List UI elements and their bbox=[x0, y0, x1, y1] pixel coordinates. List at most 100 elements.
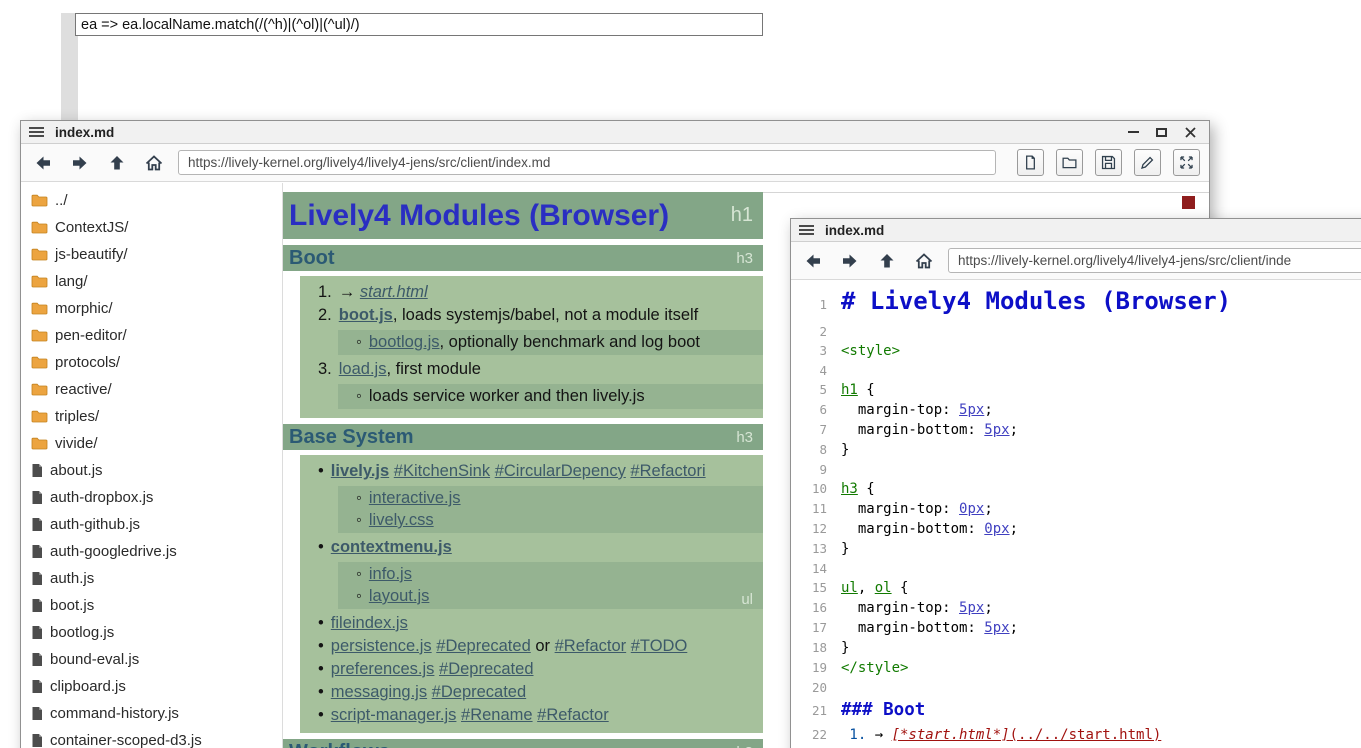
section-title: Base System bbox=[289, 426, 414, 449]
home-button[interactable] bbox=[141, 150, 167, 176]
md-link[interactable]: preferences.js bbox=[331, 660, 435, 678]
maximize-icon[interactable] bbox=[1156, 128, 1167, 137]
sidebar-item[interactable]: command-history.js bbox=[21, 700, 282, 727]
line-number: 7 bbox=[791, 420, 841, 439]
md-link[interactable]: script-manager.js bbox=[331, 706, 457, 724]
file-icon bbox=[31, 490, 43, 505]
md-hashtag-link[interactable]: #Rename bbox=[461, 706, 533, 724]
desktop: index.md bbox=[0, 0, 1361, 748]
back-button[interactable] bbox=[800, 248, 826, 274]
sidebar-item[interactable]: lang/ bbox=[21, 268, 282, 295]
list-item: ◦lively.css bbox=[338, 509, 763, 531]
line-number: 9 bbox=[791, 460, 841, 479]
sidebar-item[interactable]: bound-eval.js bbox=[21, 646, 282, 673]
md-link[interactable]: boot.js bbox=[339, 306, 393, 324]
code-line: 5h1 { bbox=[791, 380, 1361, 400]
up-button[interactable] bbox=[874, 248, 900, 274]
md-hashtag-link[interactable]: #KitchenSink bbox=[394, 462, 490, 480]
forward-button[interactable] bbox=[837, 248, 863, 274]
md-hashtag-link[interactable]: #Refactor bbox=[555, 637, 627, 655]
line-number: 13 bbox=[791, 539, 841, 558]
md-link[interactable]: fileindex.js bbox=[331, 614, 408, 632]
code-line: 6 margin-top: 5px; bbox=[791, 400, 1361, 420]
line-number: 16 bbox=[791, 598, 841, 617]
back-button[interactable] bbox=[30, 150, 56, 176]
md-hashtag-link[interactable]: #Deprecated bbox=[439, 660, 533, 678]
url-input[interactable] bbox=[178, 150, 996, 175]
forward-button[interactable] bbox=[67, 150, 93, 176]
sidebar-item[interactable]: protocols/ bbox=[21, 349, 282, 376]
code-text: margin-top: 5px; bbox=[841, 599, 993, 618]
file-icon bbox=[31, 652, 43, 667]
sidebar-item[interactable]: triples/ bbox=[21, 403, 282, 430]
md-hashtag-link[interactable]: #Refactori bbox=[630, 462, 705, 480]
element-filter-input[interactable] bbox=[75, 13, 763, 36]
sidebar-item[interactable]: auth-dropbox.js bbox=[21, 484, 282, 511]
sidebar-item[interactable]: boot.js bbox=[21, 592, 282, 619]
md-link[interactable]: lively.css bbox=[369, 511, 434, 529]
sidebar-item-label: protocols/ bbox=[55, 354, 120, 371]
sidebar-item[interactable]: bootlog.js bbox=[21, 619, 282, 646]
url-input[interactable] bbox=[948, 248, 1361, 273]
window-titlebar[interactable]: index.md bbox=[791, 219, 1361, 242]
code-text: } bbox=[841, 639, 849, 658]
list-marker: ◦ bbox=[356, 489, 362, 507]
sidebar-item[interactable]: vivide/ bbox=[21, 430, 282, 457]
sidebar-item[interactable]: auth.js bbox=[21, 565, 282, 592]
line-number: 8 bbox=[791, 440, 841, 459]
fullscreen-button[interactable] bbox=[1173, 149, 1200, 176]
line-number: 10 bbox=[791, 479, 841, 498]
list-text: or bbox=[535, 637, 550, 655]
md-hashtag-link[interactable]: #Refactor bbox=[537, 706, 609, 724]
document-icon bbox=[1022, 154, 1039, 171]
save-button[interactable] bbox=[1095, 149, 1122, 176]
sidebar-item[interactable]: auth-github.js bbox=[21, 511, 282, 538]
new-file-button[interactable] bbox=[1017, 149, 1044, 176]
code-line: 9 bbox=[791, 460, 1361, 479]
line-number: 18 bbox=[791, 638, 841, 657]
md-link[interactable]: persistence.js bbox=[331, 637, 432, 655]
sidebar-item[interactable]: ContextJS/ bbox=[21, 214, 282, 241]
sidebar-item-label: auth-github.js bbox=[50, 516, 140, 533]
md-link[interactable]: layout.js bbox=[369, 587, 430, 605]
minimize-icon[interactable] bbox=[1128, 131, 1139, 133]
line-number: 19 bbox=[791, 658, 841, 677]
window-menu-icon[interactable] bbox=[799, 225, 814, 235]
sidebar-item[interactable]: js-beautify/ bbox=[21, 241, 282, 268]
window-titlebar[interactable]: index.md bbox=[21, 121, 1209, 144]
md-hashtag-link[interactable]: #Deprecated bbox=[432, 683, 526, 701]
md-link[interactable]: messaging.js bbox=[331, 683, 427, 701]
sidebar-item[interactable]: pen-editor/ bbox=[21, 322, 282, 349]
sidebar-item[interactable]: reactive/ bbox=[21, 376, 282, 403]
sidebar-item[interactable]: container-scoped-d3.js bbox=[21, 727, 282, 748]
list-item: ◦ layout.js bbox=[338, 585, 763, 607]
folder-icon bbox=[1061, 154, 1078, 171]
list-marker: ◦ bbox=[356, 587, 362, 605]
md-hashtag-link[interactable]: #Deprecated bbox=[436, 637, 530, 655]
browse-folder-button[interactable] bbox=[1056, 149, 1083, 176]
sidebar-item[interactable]: morphic/ bbox=[21, 295, 282, 322]
md-link[interactable]: bootlog.js bbox=[369, 333, 440, 351]
md-link[interactable]: start.html bbox=[360, 283, 428, 301]
edit-button[interactable] bbox=[1134, 149, 1161, 176]
md-link[interactable]: interactive.js bbox=[369, 489, 461, 507]
md-hashtag-link[interactable]: #TODO bbox=[631, 637, 688, 655]
md-link[interactable]: load.js bbox=[339, 360, 387, 378]
sidebar-item[interactable]: ../ bbox=[21, 187, 282, 214]
window-menu-icon[interactable] bbox=[29, 127, 44, 137]
line-number: 5 bbox=[791, 380, 841, 399]
code-line: 10h3 { bbox=[791, 479, 1361, 499]
md-hashtag-link[interactable]: #CircularDepency bbox=[495, 462, 626, 480]
sidebar-item[interactable]: about.js bbox=[21, 457, 282, 484]
md-link[interactable]: contextmenu.js bbox=[331, 538, 452, 556]
close-icon[interactable] bbox=[1184, 126, 1197, 139]
md-link[interactable]: lively.js bbox=[331, 462, 389, 480]
sidebar-item[interactable]: clipboard.js bbox=[21, 673, 282, 700]
line-number: 20 bbox=[791, 678, 841, 697]
code-editor[interactable]: 1# Lively4 Modules (Browser) 2 3<style> … bbox=[791, 281, 1361, 748]
sidebar-item[interactable]: auth-googledrive.js bbox=[21, 538, 282, 565]
md-link[interactable]: info.js bbox=[369, 565, 412, 583]
home-button[interactable] bbox=[911, 248, 937, 274]
file-icon bbox=[31, 544, 43, 559]
up-button[interactable] bbox=[104, 150, 130, 176]
